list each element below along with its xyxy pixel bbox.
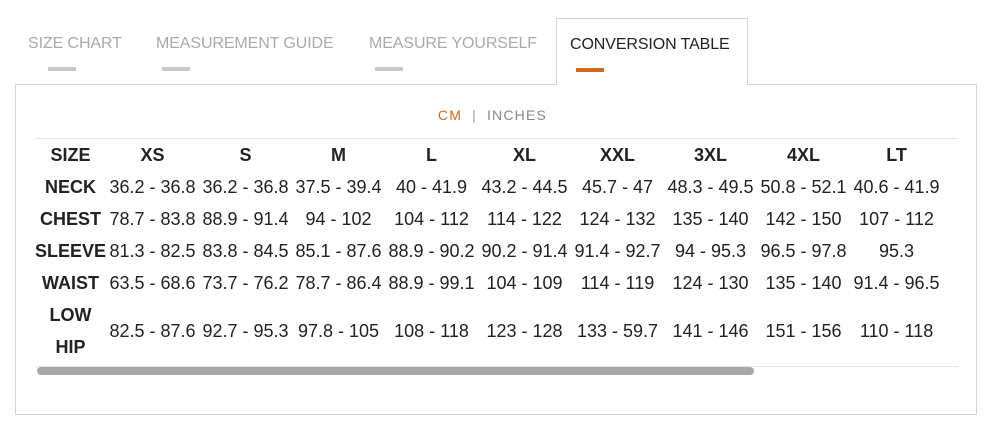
table-row: CHEST 78.7 - 83.8 88.9 - 91.4 94 - 102 1… [35, 203, 943, 235]
table-cell: 45.7 - 47 [582, 176, 654, 197]
table-cell: 50.8 - 52.1 [760, 176, 847, 197]
table-header-cell: XL [513, 144, 537, 165]
tab-conversion-table[interactable]: CONVERSION TABLE [556, 18, 748, 85]
table-cell: 48.3 - 49.5 [667, 176, 754, 197]
table-cell: 104 - 112 [394, 208, 469, 229]
row-label: WAIST [42, 272, 100, 293]
tab-indicator-active [576, 68, 604, 72]
table-header-cell: XS [140, 144, 165, 165]
table-header-cell: SIZE [50, 144, 91, 165]
table-cell: 135 - 140 [672, 208, 749, 229]
table-row: NECK 36.2 - 36.8 36.2 - 36.8 37.5 - 39.4… [35, 171, 943, 203]
table-cell: 81.3 - 82.5 [109, 240, 196, 261]
table-cell: 78.7 - 83.8 [109, 208, 196, 229]
unit-toggle: CM | INCHES [0, 107, 985, 123]
table-cell: 37.5 - 39.4 [295, 176, 382, 197]
table-cell: 114 - 119 [580, 272, 655, 293]
table-cell: 88.9 - 90.2 [388, 240, 475, 261]
table-cell: 96.5 - 97.8 [760, 240, 847, 261]
table-cell: 88.9 - 91.4 [202, 208, 289, 229]
row-label: LOW HIP [35, 299, 106, 363]
table-cell: 142 - 150 [765, 208, 842, 229]
table-cell: 135 - 140 [765, 272, 842, 293]
table-cell: 133 - 59.7 [577, 320, 659, 341]
table-header-cell: XXL [600, 144, 636, 165]
unit-inches-option[interactable]: INCHES [487, 107, 547, 123]
tab-label: MEASUREMENT GUIDE [156, 35, 334, 52]
tab-label: MEASURE YOURSELF [369, 35, 537, 52]
table-cell: 151 - 156 [765, 320, 842, 341]
table-cell: 36.2 - 36.8 [109, 176, 196, 197]
table-header-row: SIZE XS S M L XL XXL 3XL 4XL LT [35, 139, 943, 171]
table-cell: 107 - 112 [859, 208, 934, 229]
table-cell: 88.9 - 99.1 [388, 272, 475, 293]
table-cell: 82.5 - 87.6 [109, 320, 196, 341]
tab-label: SIZE CHART [28, 35, 122, 52]
unit-cm-option[interactable]: CM [438, 107, 462, 123]
tab-indicator [375, 67, 403, 71]
table-cell: 141 - 146 [672, 320, 749, 341]
horizontal-scrollbar-thumb[interactable] [37, 367, 754, 375]
table-cell: 90.2 - 91.4 [481, 240, 568, 261]
conversion-table-container: SIZE XS S M L XL XXL 3XL 4XL LT NECK 36.… [35, 138, 958, 367]
table-cell: 97.8 - 105 [298, 320, 380, 341]
table-cell: 78.7 - 86.4 [295, 272, 382, 293]
table-header-cell: LT [886, 144, 907, 165]
row-label-line: HIP [55, 337, 86, 357]
table-cell: 124 - 132 [579, 208, 656, 229]
table-cell: 104 - 109 [486, 272, 563, 293]
tab-bar: SIZE CHART MEASUREMENT GUIDE MEASURE YOU… [14, 18, 978, 85]
table-cell: 73.7 - 76.2 [202, 272, 289, 293]
table-cell: 43.2 - 44.5 [481, 176, 568, 197]
row-label-line: LOW [49, 305, 92, 325]
table-cell: 95.3 [879, 240, 915, 261]
table-header-cell: M [331, 144, 347, 165]
table-cell: 91.4 - 96.5 [853, 272, 940, 293]
table-cell: 114 - 122 [487, 208, 562, 229]
table-row: WAIST 63.5 - 68.6 73.7 - 76.2 78.7 - 86.… [35, 267, 943, 299]
tab-indicator [48, 67, 76, 71]
table-cell: 110 - 118 [859, 320, 934, 341]
table-header-cell: S [239, 144, 252, 165]
table-cell: 124 - 130 [672, 272, 749, 293]
table-header-cell: 4XL [787, 144, 821, 165]
table-cell: 91.4 - 92.7 [574, 240, 661, 261]
conversion-table: SIZE XS S M L XL XXL 3XL 4XL LT NECK 36.… [35, 139, 943, 363]
tab-indicator [162, 67, 190, 71]
table-cell: 36.2 - 36.8 [202, 176, 289, 197]
row-label: NECK [45, 176, 97, 197]
row-label: CHEST [40, 208, 102, 229]
table-cell: 40 - 41.9 [396, 176, 468, 197]
table-cell: 108 - 118 [394, 320, 469, 341]
row-label: SLEEVE [35, 240, 107, 261]
table-cell: 94 - 102 [305, 208, 372, 229]
table-cell: 123 - 128 [486, 320, 563, 341]
unit-separator: | [472, 107, 477, 123]
table-cell: 40.6 - 41.9 [853, 176, 940, 197]
table-row: SLEEVE 81.3 - 82.5 83.8 - 84.5 85.1 - 87… [35, 235, 943, 267]
table-cell: 92.7 - 95.3 [202, 320, 289, 341]
table-cell: 85.1 - 87.6 [295, 240, 382, 261]
tab-label: CONVERSION TABLE [570, 36, 730, 53]
table-cell: 83.8 - 84.5 [202, 240, 289, 261]
table-cell: 63.5 - 68.6 [109, 272, 196, 293]
table-header-cell: L [426, 144, 438, 165]
table-row: LOW HIP 82.5 - 87.6 92.7 - 95.3 97.8 - 10… [35, 299, 943, 363]
table-header-cell: 3XL [694, 144, 728, 165]
table-cell: 94 - 95.3 [675, 240, 747, 261]
